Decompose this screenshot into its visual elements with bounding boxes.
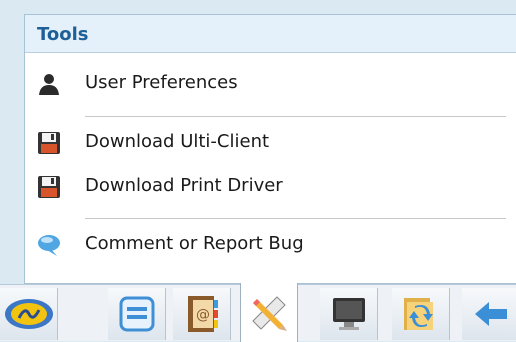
- panel-header: Tools: [25, 15, 516, 53]
- menu-item-label: User Preferences: [85, 72, 238, 93]
- taskbar-documents-button[interactable]: [108, 288, 166, 340]
- floppy-disk-icon: [37, 131, 61, 155]
- taskbar-back-button[interactable]: [462, 288, 516, 340]
- menu-item-download-ulti-client[interactable]: Download Ulti-Client: [25, 126, 505, 160]
- menu-item-download-print-driver[interactable]: Download Print Driver: [25, 170, 505, 204]
- speech-bubble-icon: [37, 233, 61, 257]
- menu-item-comment-report-bug[interactable]: Comment or Report Bug: [25, 228, 505, 262]
- tools-panel: Tools User Preferences Download Ulti-Cli…: [24, 14, 516, 284]
- menu-item-label: Download Ulti-Client: [85, 131, 270, 152]
- floppy-disk-icon: [37, 175, 61, 199]
- user-icon: [37, 72, 61, 96]
- taskbar-monitor-button[interactable]: [320, 288, 378, 340]
- menu-separator: [85, 218, 506, 219]
- taskbar-sync-button[interactable]: [392, 288, 450, 340]
- panel-title: Tools: [37, 24, 89, 45]
- menu-item-label: Download Print Driver: [85, 175, 283, 196]
- taskbar-tools-button[interactable]: [240, 283, 298, 342]
- svg-text:@: @: [196, 307, 210, 323]
- taskbar-home-button[interactable]: [0, 288, 58, 340]
- taskbar-contacts-button[interactable]: @: [173, 288, 231, 340]
- menu-separator: [85, 116, 506, 117]
- menu-item-label: Comment or Report Bug: [85, 233, 304, 254]
- taskbar: @: [0, 283, 516, 342]
- menu-item-user-preferences[interactable]: User Preferences: [25, 67, 505, 101]
